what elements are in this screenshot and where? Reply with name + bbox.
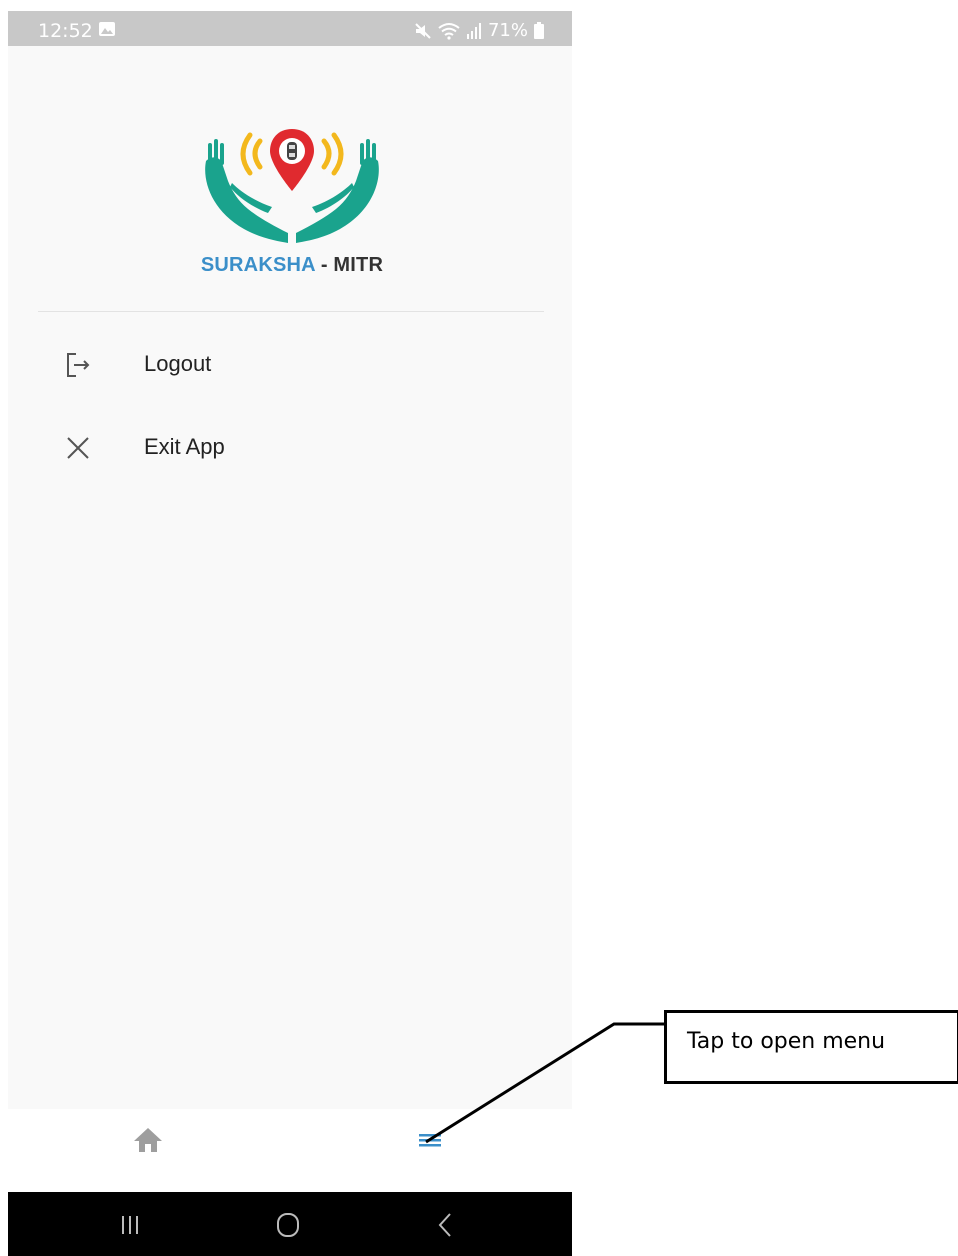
logout-icon [67,353,90,377]
close-icon [67,437,89,459]
home-icon[interactable] [132,1124,164,1156]
menu-item-exit-app[interactable]: Exit App [8,416,572,476]
logo-word-mitr: - MITR [315,254,384,276]
menu-item-logout[interactable]: Logout [8,333,572,393]
signal-icon [466,22,481,39]
menu-item-label: Exit App [144,434,225,459]
app-logo: SURAKSHA - MITR [192,121,392,296]
gallery-icon [99,22,115,36]
status-time: 12:52 [38,20,93,42]
back-icon[interactable] [429,1210,463,1240]
battery-percent: 71% [487,20,528,41]
status-icons: 71% [414,20,544,41]
recent-apps-icon[interactable] [113,1210,147,1240]
mute-icon [415,22,431,39]
drawer-divider [38,311,544,312]
system-navigation-bar [8,1192,572,1256]
wifi-icon [438,22,460,40]
logo-wordmark: SURAKSHA - MITR [192,254,392,277]
home-circle-icon[interactable] [271,1210,305,1240]
callout-box: Tap to open menu [664,1010,958,1084]
phone-screen: 12:52 71% SURAKSHA - MITR Logout Exit Ap… [8,11,572,1256]
suraksha-mitr-logo [205,129,379,243]
bottom-navigation [8,1109,572,1192]
callout-text: Tap to open menu [687,1029,886,1054]
menu-icon[interactable] [414,1124,446,1156]
menu-item-label: Logout [144,351,212,376]
status-bar: 12:52 71% [8,11,572,46]
battery-icon [534,22,544,39]
logo-word-suraksha: SURAKSHA [200,254,316,276]
